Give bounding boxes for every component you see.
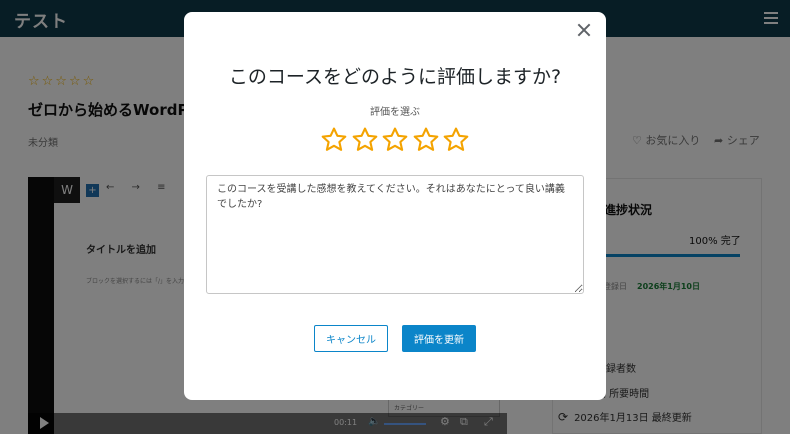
update-rating-button[interactable]: 評価を更新 [402,325,476,352]
cancel-button[interactable]: キャンセル [314,325,388,352]
star-icon[interactable] [351,126,379,154]
star-icon[interactable] [320,126,348,154]
star-rating [320,126,470,156]
rating-modal: このコースをどのように評価しますか? 評価を選ぶ キャンセル 評価を更新 [184,12,606,400]
review-textarea[interactable] [206,175,584,294]
close-icon[interactable] [577,23,591,37]
star-icon[interactable] [381,126,409,154]
star-icon[interactable] [412,126,440,154]
rating-label: 評価を選ぶ [370,107,420,118]
modal-title: このコースをどのように評価しますか? [228,66,562,88]
star-icon[interactable] [442,126,470,154]
